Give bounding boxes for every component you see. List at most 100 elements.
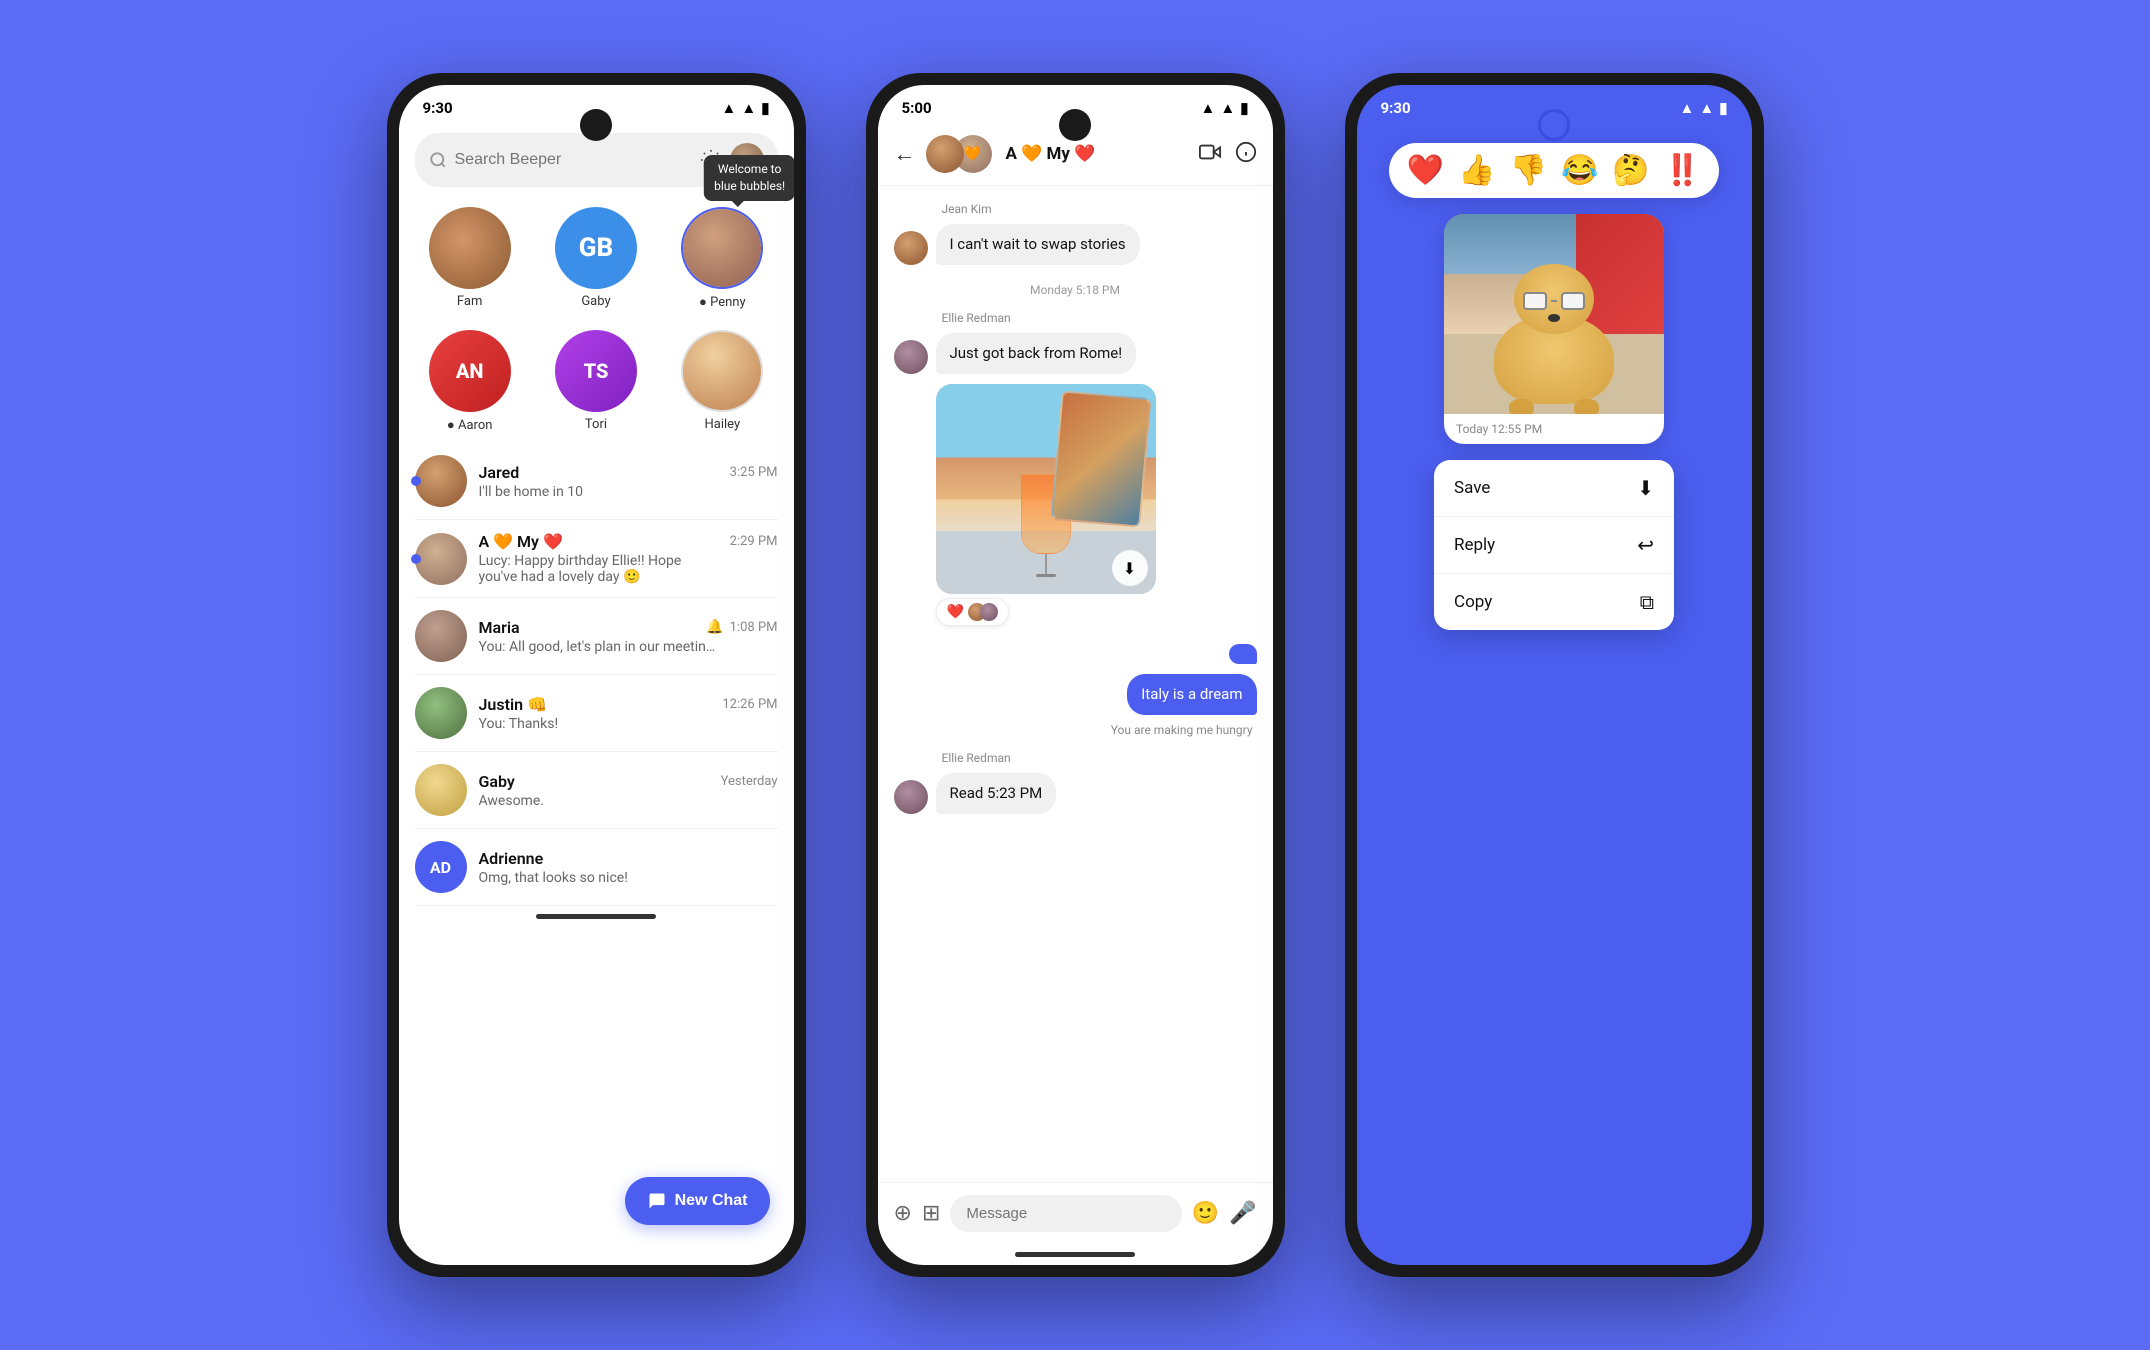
story-avatar-hailey (681, 330, 763, 412)
chat-preview-maria: You: All good, let's plan in our meeting… (479, 639, 719, 655)
context-menu: Save ⬇ Reply ↩ Copy ⧉ (1434, 460, 1674, 630)
download-button[interactable]: ⬇ (1112, 550, 1148, 586)
camera-notch-2 (1059, 109, 1091, 141)
messages-area: Jean Kim I can't wait to swap stories Mo… (878, 186, 1273, 1182)
bubble-sent-1 (1229, 644, 1257, 664)
home-indicator-1 (536, 914, 656, 919)
emoji-laugh[interactable]: 😂 (1561, 153, 1598, 188)
story-row-1: Fam GB Gaby ● Penny Welcome toblue bubbl… (399, 197, 794, 320)
dog-image-card: Today 12:55 PM (1444, 214, 1664, 444)
story-avatar-fam (429, 207, 511, 289)
phone-2: 5:00 ▲ ▲ ▮ ← 🧡 A 🧡 My ❤️ (866, 73, 1285, 1277)
save-label: Save (1454, 478, 1490, 498)
message-input[interactable] (950, 1195, 1181, 1232)
story-item-tori[interactable]: TS Tori (541, 330, 651, 433)
signal-icon: ▲ (741, 99, 756, 117)
chat-item-adrienne[interactable]: AD Adrienne Omg, that looks so nice! (415, 829, 778, 906)
chat-time-gaby2: Yesterday (721, 774, 778, 789)
story-name-hailey: Hailey (704, 417, 740, 432)
info-icon[interactable] (1235, 141, 1257, 168)
chat-avatar-adrienne: AD (415, 841, 467, 893)
new-chat-label: New Chat (675, 1192, 748, 1210)
story-item-fam[interactable]: Fam (415, 207, 525, 310)
story-item-aaron[interactable]: AN ● Aaron (415, 330, 525, 433)
story-item-gaby[interactable]: GB Gaby (541, 207, 651, 310)
read-receipt: You are making me hungry (894, 723, 1253, 737)
save-icon: ⬇ (1637, 476, 1654, 500)
chat-preview-justin: You: Thanks! (479, 716, 719, 732)
copy-icon: ⧉ (1640, 590, 1654, 614)
chat-item-amy[interactable]: A 🧡 My ❤️ 2:29 PM Lucy: Happy birthday E… (415, 520, 778, 598)
header-avatar-1 (926, 135, 964, 173)
sender-label-ellie: Ellie Redman (894, 311, 1257, 325)
mic-icon[interactable]: 🎤 (1229, 1201, 1256, 1226)
battery-icon-3: ▮ (1719, 99, 1727, 117)
camera-notch-1 (580, 109, 612, 141)
reply-label: Reply (1454, 535, 1495, 555)
chat-item-justin[interactable]: Justin 👊 12:26 PM You: Thanks! (415, 675, 778, 752)
emoji-heart[interactable]: ❤️ (1407, 153, 1444, 188)
chat-avatar-jared (415, 455, 467, 507)
back-button[interactable]: ← (894, 141, 916, 167)
chat-bubble-icon (647, 1191, 667, 1211)
chat-preview-jared: I'll be home in 10 (479, 484, 719, 500)
chat-header-name: A 🧡 My ❤️ (1006, 144, 1189, 164)
search-icon (429, 151, 447, 169)
chat-item-gaby2[interactable]: Gaby Yesterday Awesome. (415, 752, 778, 829)
sender-label-ellie-2: Ellie Redman (894, 751, 1257, 765)
signal-icon-2: ▲ (1220, 99, 1235, 117)
reaction-bar: ❤️ (936, 598, 1009, 626)
image-timestamp: Today 12:55 PM (1444, 414, 1664, 444)
reaction-avatar-group (968, 603, 998, 621)
context-item-reply[interactable]: Reply ↩ (1434, 517, 1674, 574)
status-icons-1: ▲ ▲ ▮ (722, 99, 770, 117)
emoji-exclaim[interactable]: ‼️ (1664, 153, 1701, 188)
bubble-last: Read 5:23 PM (936, 773, 1057, 814)
chat-name-jared: Jared (479, 463, 520, 482)
dog-image (1444, 214, 1664, 414)
sender-label-jeakim: Jean Kim (894, 202, 1257, 216)
msg-avatar-ellie (894, 340, 928, 374)
emoji-reaction-bar: ❤️ 👍 👎 😂 🤔 ‼️ (1389, 143, 1719, 198)
chat-item-jared[interactable]: Jared 3:25 PM I'll be home in 10 (415, 443, 778, 520)
emoji-thumbsdown[interactable]: 👎 (1510, 153, 1547, 188)
timestamp-monday: Monday 5:18 PM (894, 283, 1257, 297)
chat-view: 5:00 ▲ ▲ ▮ ← 🧡 A 🧡 My ❤️ (878, 85, 1273, 1265)
home-indicator-2 (1015, 1252, 1135, 1257)
status-icons-2: ▲ ▲ ▮ (1201, 99, 1249, 117)
story-avatar-tori: TS (555, 330, 637, 412)
story-item-penny[interactable]: ● Penny Welcome toblue bubbles! (667, 207, 777, 310)
context-item-save[interactable]: Save ⬇ (1434, 460, 1674, 517)
attach-icon[interactable]: ⊞ (922, 1201, 940, 1226)
story-avatar-penny (681, 207, 763, 289)
header-avatar-group: 🧡 (926, 135, 992, 173)
phone3-content: ❤️ 👍 👎 😂 🤔 ‼️ (1357, 123, 1752, 1265)
signal-icon-3: ▲ (1699, 99, 1714, 117)
chat-preview-amy: Lucy: Happy birthday Ellie!! Hope you've… (479, 553, 719, 585)
add-icon[interactable]: ⊕ (894, 1201, 912, 1226)
emoji-icon[interactable]: 🙂 (1192, 1201, 1219, 1226)
search-input[interactable] (455, 151, 692, 169)
chat-content-amy: A 🧡 My ❤️ 2:29 PM Lucy: Happy birthday E… (479, 532, 778, 585)
chat-list: Jared 3:25 PM I'll be home in 10 A 🧡 My … (399, 443, 794, 906)
chat-item-maria[interactable]: Maria 🔔 1:08 PM You: All good, let's pla… (415, 598, 778, 675)
wifi-icon: ▲ (722, 99, 737, 117)
status-time-3: 9:30 (1381, 99, 1411, 117)
video-icon[interactable] (1199, 141, 1221, 168)
status-time-1: 9:30 (423, 99, 453, 117)
gaby-initials: GB (579, 233, 613, 263)
msg-row-sent-2: Italy is a dream (894, 674, 1257, 715)
emoji-think[interactable]: 🤔 (1612, 153, 1649, 188)
new-chat-button[interactable]: New Chat (625, 1177, 770, 1225)
header-icons (1199, 141, 1257, 168)
chat-content-gaby2: Gaby Yesterday Awesome. (479, 772, 778, 809)
story-name-fam: Fam (457, 294, 482, 309)
story-item-hailey[interactable]: Hailey (667, 330, 777, 433)
emoji-thumbsup[interactable]: 👍 (1458, 153, 1495, 188)
msg-row-last: Read 5:23 PM (894, 773, 1257, 814)
context-item-copy[interactable]: Copy ⧉ (1434, 574, 1674, 630)
chat-time-justin: 12:26 PM (722, 697, 777, 712)
chat-time-maria: 1:08 PM (730, 620, 778, 635)
reply-icon: ↩ (1637, 533, 1654, 557)
camera-notch-3 (1538, 109, 1570, 141)
